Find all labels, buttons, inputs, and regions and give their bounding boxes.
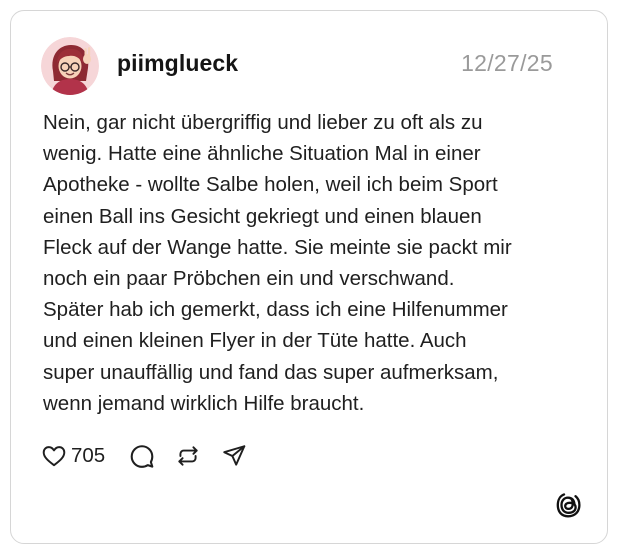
post-text-line: wenn jemand wirklich Hilfe braucht. <box>43 391 365 415</box>
send-icon <box>223 445 246 466</box>
post-text-line: wenig. Hatte eine ähnliche Situation Mal… <box>43 142 481 166</box>
avatar[interactable] <box>41 37 99 95</box>
like-count: 705 <box>71 444 106 467</box>
action-bar: 705 <box>41 441 247 471</box>
post-text-line: Nein, gar nicht übergriffig und lieber z… <box>43 111 483 134</box>
repost-icon <box>178 446 198 466</box>
post-text: Nein, gar nicht übergriffig und lieber z… <box>43 107 583 419</box>
repost-button[interactable] <box>175 443 201 469</box>
post-date: 12/27/25 <box>461 50 553 76</box>
threads-logo-icon[interactable] <box>555 491 583 519</box>
comment-icon <box>130 445 154 468</box>
post-text-line: Fleck auf der Wange hatte. Sie meinte si… <box>43 235 512 259</box>
post-text-line: und einen kleinen Flyer in der Tüte hatt… <box>43 329 467 353</box>
post-text-line: Apotheke - wollte Salbe holen, weil ich … <box>43 173 498 197</box>
heart-icon <box>42 446 66 467</box>
post-card[interactable]: piimglueck 12/27/25 Nein, gar nicht über… <box>10 10 608 544</box>
username[interactable]: piimglueck <box>117 50 238 77</box>
post-text-line: Später hab ich gemerkt, dass ich eine Hi… <box>43 298 508 322</box>
post-text-line: einen Ball ins Gesicht gekriegt und eine… <box>43 204 482 228</box>
reply-button[interactable] <box>129 443 155 469</box>
post-text-line: noch ein paar Pröbchen ein und verschwan… <box>43 267 455 291</box>
post-text-line: super unauffällig und fand das super auf… <box>43 360 499 384</box>
like-button[interactable]: 705 <box>41 443 129 469</box>
share-button[interactable] <box>221 443 247 469</box>
cartoon-avatar-icon <box>41 37 99 95</box>
